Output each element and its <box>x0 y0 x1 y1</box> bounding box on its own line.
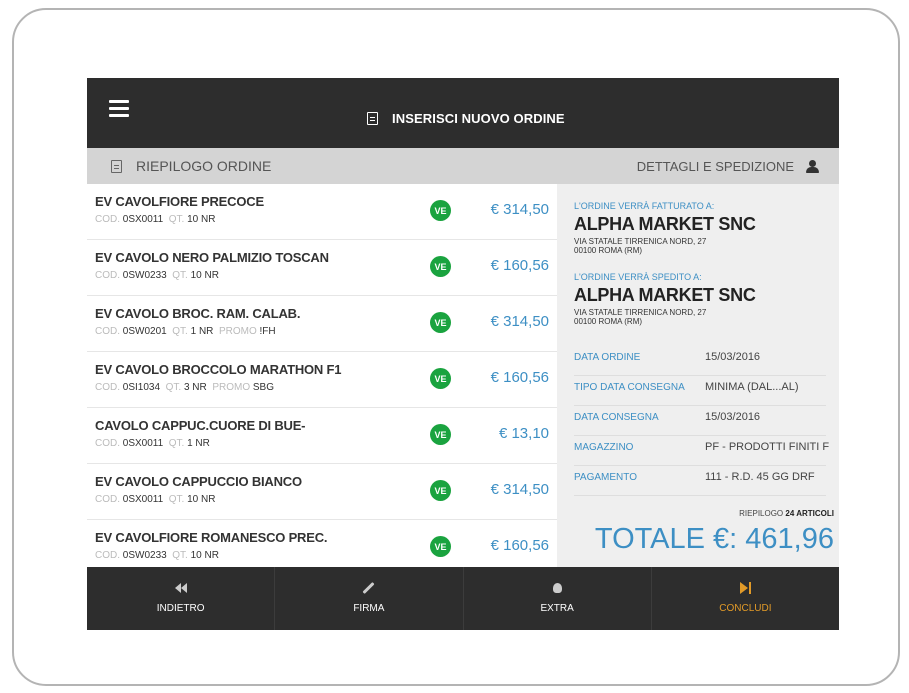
list-item[interactable]: EV CAVOLO BROCCOLO MARATHON F1 COD. 0SI1… <box>87 352 557 408</box>
tab-shipping-details[interactable]: DETTAGLI E SPEDIZIONE <box>637 148 819 184</box>
skip-forward-icon <box>737 581 753 595</box>
detail-row: DATA CONSEGNA 15/03/2016 <box>574 408 826 436</box>
item-price: € 160,56 <box>490 369 549 386</box>
item-name: EV CAVOLO BROC. RAM. CALAB. <box>95 306 301 321</box>
billing-address: VIA STATALE TIRRENICA NORD, 27 00100 ROMA… <box>574 237 707 255</box>
item-price: € 314,50 <box>490 481 549 498</box>
menu-icon[interactable] <box>109 100 129 117</box>
billing-company: ALPHA MARKET SNC <box>574 214 756 234</box>
item-meta: COD. 0SW0233 QT. 10 NR <box>95 550 219 561</box>
items-summary: RIEPILOGO 24 ARTICOLI <box>739 509 834 518</box>
rewind-icon <box>173 581 189 595</box>
item-meta: COD. 0SI1034 QT. 3 NR PROMO SBG <box>95 382 274 393</box>
order-details: DATA ORDINE 15/03/2016 TIPO DATA CONSEGNA… <box>574 348 829 498</box>
list-item[interactable]: EV CAVOLO CAPPUCCIO BIANCO COD. 0SX0011 … <box>87 464 557 520</box>
item-name: EV CAVOLO CAPPUCCIO BIANCO <box>95 474 302 489</box>
shipping-company: ALPHA MARKET SNC <box>574 285 756 305</box>
page-header: INSERISCI NUOVO ORDINE <box>367 108 565 128</box>
item-name: EV CAVOLO BROCCOLO MARATHON F1 <box>95 362 342 377</box>
item-price: € 160,56 <box>490 257 549 274</box>
order-total: TOTALE €: 461,96 <box>594 523 834 555</box>
ve-badge: VE <box>430 312 451 333</box>
item-meta: COD. 0SX0011 QT. 1 NR <box>95 438 210 449</box>
item-name: EV CAVOLFIORE ROMANESCO PREC. <box>95 530 328 545</box>
item-price: € 314,50 <box>490 201 549 218</box>
back-button[interactable]: INDIETRO <box>87 567 276 630</box>
ve-badge: VE <box>430 424 451 445</box>
list-item[interactable]: EV CAVOLO NERO PALMIZIO TOSCAN COD. 0SW0… <box>87 240 557 296</box>
conclude-button[interactable]: CONCLUDI <box>652 567 839 630</box>
list-item[interactable]: EV CAVOLFIORE PRECOCE COD. 0SX0011 QT. 1… <box>87 184 557 240</box>
item-name: EV CAVOLFIORE PRECOCE <box>95 194 264 209</box>
detail-row: PAGAMENTO 111 - R.D. 45 GG DRF <box>574 468 826 496</box>
section-title: RIEPILOGO ORDINE <box>136 158 272 174</box>
ve-badge: VE <box>430 480 451 501</box>
list-item[interactable]: CAVOLO CAPPUC.CUORE DI BUE- COD. 0SX0011… <box>87 408 557 464</box>
detail-row: DATA ORDINE 15/03/2016 <box>574 348 826 376</box>
item-meta: COD. 0SW0201 QT. 1 NR PROMO !FH <box>95 326 276 337</box>
bulb-icon <box>549 581 565 595</box>
ve-badge: VE <box>430 368 451 389</box>
detail-row: TIPO DATA CONSEGNA MINIMA (DAL...AL) <box>574 378 826 406</box>
tab-order-summary[interactable]: RIEPILOGO ORDINE <box>111 148 271 184</box>
item-price: € 13,10 <box>498 425 549 442</box>
item-price: € 160,56 <box>490 537 549 554</box>
page-title: INSERISCI NUOVO ORDINE <box>392 110 565 126</box>
item-meta: COD. 0SW0233 QT. 10 NR <box>95 270 219 281</box>
order-details-panel: L'ORDINE VERRÀ FATTURATO A: ALPHA MARKET… <box>557 184 839 567</box>
ve-badge: VE <box>430 536 451 557</box>
item-meta: COD. 0SX0011 QT. 10 NR <box>95 214 216 225</box>
item-price: € 314,50 <box>490 313 549 330</box>
list-item[interactable]: EV CAVOLFIORE ROMANESCO PREC. COD. 0SW02… <box>87 520 557 567</box>
top-bar: INSERISCI NUOVO ORDINE <box>87 78 839 148</box>
bottom-toolbar: INDIETRO FIRMA EXTRA CONCLUDI <box>87 567 839 630</box>
shipping-caption: L'ORDINE VERRÀ SPEDITO A: <box>574 272 702 282</box>
billing-caption: L'ORDINE VERRÀ FATTURATO A: <box>574 201 715 211</box>
app-screen: INSERISCI NUOVO ORDINE RIEPILOGO ORDINE … <box>87 78 839 630</box>
item-name: EV CAVOLO NERO PALMIZIO TOSCAN <box>95 250 329 265</box>
item-name: CAVOLO CAPPUC.CUORE DI BUE- <box>95 418 306 433</box>
list-item[interactable]: EV CAVOLO BROC. RAM. CALAB. COD. 0SW0201… <box>87 296 557 352</box>
order-items-list[interactable]: EV CAVOLFIORE PRECOCE COD. 0SX0011 QT. 1… <box>87 184 557 567</box>
document-icon <box>367 111 378 125</box>
item-meta: COD. 0SX0011 QT. 10 NR <box>95 494 216 505</box>
ve-badge: VE <box>430 200 451 221</box>
sign-button[interactable]: FIRMA <box>275 567 464 630</box>
document-icon <box>111 159 122 173</box>
extra-button[interactable]: EXTRA <box>464 567 652 630</box>
shipping-details-label: DETTAGLI E SPEDIZIONE <box>636 158 794 174</box>
ve-badge: VE <box>430 256 451 277</box>
pencil-icon <box>361 581 377 595</box>
user-icon <box>806 159 819 173</box>
detail-row: MAGAZZINO PF - PRODOTTI FINITI F <box>574 438 829 466</box>
shipping-address: VIA STATALE TIRRENICA NORD, 27 00100 ROMA… <box>574 308 707 326</box>
section-bar: RIEPILOGO ORDINE DETTAGLI E SPEDIZIONE <box>87 148 839 184</box>
